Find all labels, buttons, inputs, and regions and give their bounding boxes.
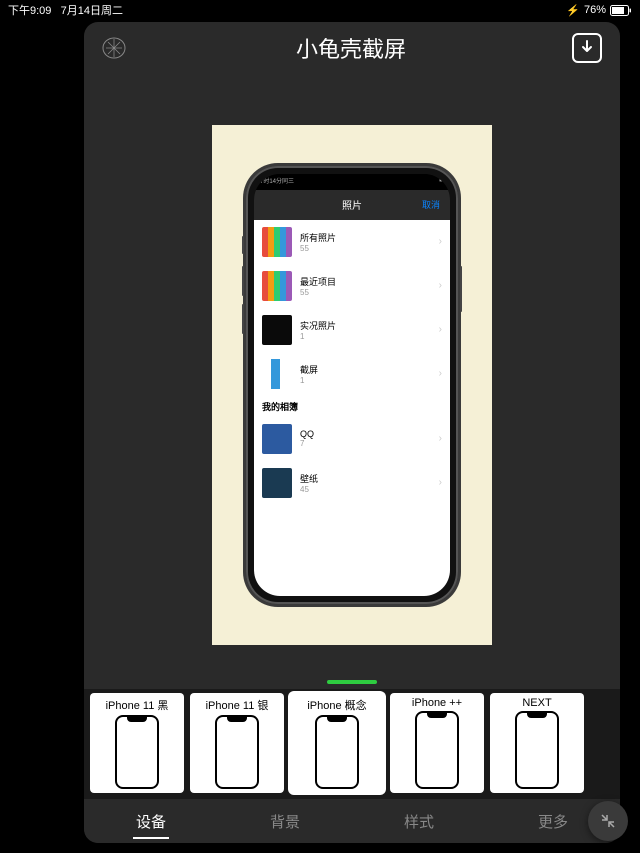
album-section: 我的相簿	[254, 396, 450, 417]
turtle-icon[interactable]	[98, 32, 130, 64]
charging-icon: ⚡	[566, 4, 580, 17]
preview-canvas[interactable]: 7时14分同三◼ 照片 取消 所有照片55 ›	[212, 125, 492, 645]
style-picker[interactable]: iPhone 11 黑 iPhone 11 银 iPhone 概念 iPhone…	[84, 689, 620, 799]
tab-background[interactable]: 背景	[218, 799, 352, 843]
header: 小龟壳截屏	[84, 22, 620, 74]
style-item-iphone-plus[interactable]: iPhone ++	[390, 693, 484, 793]
collapse-button[interactable]	[588, 801, 628, 841]
album-row: 实况照片1 ›	[254, 308, 450, 352]
battery-icon	[610, 5, 632, 16]
phone-notch	[302, 174, 402, 190]
preview-area: 7时14分同三◼ 照片 取消 所有照片55 ›	[84, 74, 620, 679]
collapse-icon	[599, 812, 617, 830]
app-card: 小龟壳截屏 7时14分同三◼ 照片 取消	[84, 22, 620, 843]
download-button[interactable]	[572, 33, 602, 63]
album-row: 截屏1 ›	[254, 352, 450, 396]
bottom-tabs: 设备 背景 样式 更多	[84, 799, 620, 843]
album-row: QQ7 ›	[254, 417, 450, 461]
status-time: 下午9:09	[8, 5, 51, 17]
phone-mockup: 7时14分同三◼ 照片 取消 所有照片55 ›	[246, 166, 458, 604]
battery-percent: 76%	[584, 4, 606, 16]
album-list: 所有照片55 › 最近项目55 › 实况照片1 ›	[254, 220, 450, 596]
style-item-iphone11-silver[interactable]: iPhone 11 银	[190, 693, 284, 793]
page-title: 小龟壳截屏	[296, 32, 406, 64]
album-row: 壁纸45 ›	[254, 461, 450, 505]
album-row: 所有照片55 ›	[254, 220, 450, 264]
status-date: 7月14日周二	[61, 5, 123, 17]
screen-nav: 照片 取消	[254, 190, 450, 220]
status-bar: 下午9:09 7月14日周二 ⚡ 76%	[0, 0, 640, 20]
tab-style[interactable]: 样式	[352, 799, 486, 843]
screen-nav-cancel: 取消	[422, 198, 440, 211]
album-row: 最近项目55 ›	[254, 264, 450, 308]
screen-nav-title: 照片	[342, 197, 362, 212]
style-item-next[interactable]: NEXT	[490, 693, 584, 793]
progress-indicator	[84, 679, 620, 685]
tab-device[interactable]: 设备	[84, 799, 218, 843]
style-item-iphone-concept[interactable]: iPhone 概念	[290, 693, 384, 793]
style-item-iphone11-black[interactable]: iPhone 11 黑	[90, 693, 184, 793]
